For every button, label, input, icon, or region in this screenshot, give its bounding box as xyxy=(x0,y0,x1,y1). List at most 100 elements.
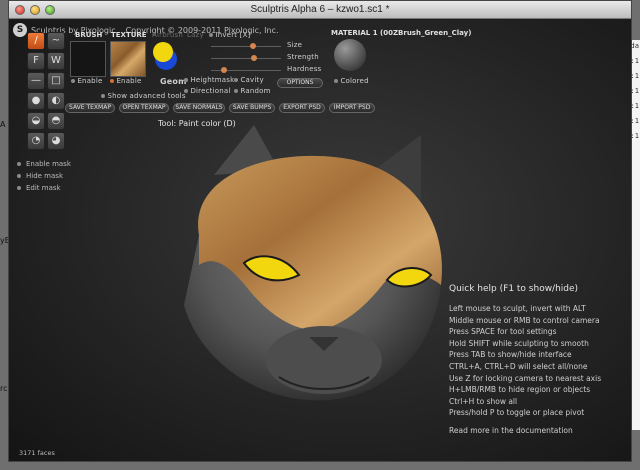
strength-slider-handle[interactable] xyxy=(251,55,258,61)
quick-help-line: Press TAB to show/hide interface xyxy=(449,350,572,360)
hardness-slider-handle[interactable] xyxy=(220,67,227,73)
hide-mask-label: Hide mask xyxy=(26,172,63,180)
cavity-label: Cavity xyxy=(240,76,264,84)
airbrush-toggle[interactable]: Airbrush xyxy=(152,31,183,39)
face-count: 3171 faces xyxy=(19,449,55,457)
tool-button-crease[interactable]: — xyxy=(27,72,45,90)
radio-dot-icon xyxy=(334,79,338,83)
export-psd-button[interactable]: EXPORT PSD xyxy=(279,103,325,113)
show-advanced-tools-label: Show advanced tools xyxy=(107,92,186,100)
material-preview[interactable] xyxy=(334,39,366,71)
geom-label: Geom xyxy=(160,77,187,86)
tool-button-pinch[interactable]: ◒ xyxy=(27,112,45,130)
tool-button-scale[interactable]: ● xyxy=(27,92,45,110)
title-bar[interactable]: Sculptris Alpha 6 – kzwo1.sc1 * xyxy=(9,1,631,19)
radio-dot-icon xyxy=(234,78,238,82)
strength-slider-track[interactable] xyxy=(211,58,281,59)
size-slider-handle[interactable] xyxy=(250,43,256,49)
sculpted-cat-head-model[interactable] xyxy=(159,115,459,415)
texture-enable-label: Enable xyxy=(116,77,142,85)
random-option[interactable]: Random xyxy=(234,87,271,95)
geom-color-swatch[interactable] xyxy=(153,42,185,72)
quick-help-line: H+LMB/RMB to hide region or objects xyxy=(449,385,591,395)
edit-mask-toggle[interactable]: Edit mask xyxy=(17,182,71,194)
heightmask-label: Heightmask xyxy=(190,76,235,84)
quick-help-line: Use Z for locking camera to nearest axis xyxy=(449,373,602,383)
quick-help-title: Quick help (F1 to show/hide) xyxy=(449,284,579,294)
minimize-window-button[interactable] xyxy=(30,5,40,15)
desktop-text: rc xyxy=(0,384,8,393)
open-texmap-button[interactable]: OPEN TEXMAP xyxy=(119,103,169,113)
texture-thumbnail[interactable] xyxy=(110,41,146,77)
quick-help-line: Middle mouse or RMB to control camera xyxy=(449,315,600,325)
quick-help-line: Hold SHIFT while sculpting to smooth xyxy=(449,338,589,348)
sculpt-viewport[interactable]: S Sculptris by Pixologic Copyright © 200… xyxy=(9,20,631,461)
sculptris-logo-icon: S xyxy=(13,23,27,37)
hardness-label: Hardness xyxy=(287,65,322,73)
options-button[interactable]: OPTIONS xyxy=(277,78,323,88)
tool-button-smooth[interactable]: ~ xyxy=(47,32,65,50)
show-advanced-tools-toggle[interactable]: Show advanced tools xyxy=(101,92,186,100)
colored-label: Colored xyxy=(340,77,369,85)
random-label: Random xyxy=(240,87,271,95)
texture-enable-toggle[interactable]: Enable xyxy=(110,77,141,85)
brush-enable-label: Enable xyxy=(77,77,103,85)
tool-button-draw[interactable]: / xyxy=(27,32,45,50)
tool-button-paint[interactable]: ◔ xyxy=(27,132,45,150)
radio-dot-icon xyxy=(17,162,21,166)
radio-dot-icon xyxy=(110,79,114,83)
window-title: Sculptris Alpha 6 – kzwo1.sc1 * xyxy=(250,4,390,15)
directional-option[interactable]: Directional xyxy=(184,87,231,95)
quick-help-line: Left mouse to sculpt, invert with ALT xyxy=(449,304,586,313)
radio-dot-icon xyxy=(71,79,75,83)
brush-label: BRUSH xyxy=(75,31,103,39)
quick-help-lines: Left mouse to sculpt, invert with ALT Mi… xyxy=(449,304,601,420)
zoom-window-button[interactable] xyxy=(45,5,55,15)
quick-help-line: Ctrl+H to show all xyxy=(449,396,518,406)
radio-dot-icon xyxy=(17,174,21,178)
quick-help-panel: Quick help (F1 to show/hide) Left mouse … xyxy=(449,284,601,435)
colored-toggle[interactable]: Colored xyxy=(334,77,369,85)
save-normals-button[interactable]: SAVE NORMALS xyxy=(173,103,225,113)
radio-dot-icon xyxy=(17,186,21,190)
directional-label: Directional xyxy=(190,87,231,95)
tool-button-bump[interactable]: ◕ xyxy=(47,132,65,150)
enable-mask-label: Enable mask xyxy=(26,160,71,168)
documentation-link[interactable]: Read more in the documentation xyxy=(449,426,601,435)
app-window: Sculptris Alpha 6 – kzwo1.sc1 * S Sculpt… xyxy=(8,0,632,462)
enable-mask-toggle[interactable]: Enable mask xyxy=(17,158,71,170)
window-controls xyxy=(15,5,55,15)
geom-yellow-swatch xyxy=(153,42,173,62)
radio-dot-icon xyxy=(184,78,188,82)
edit-mask-label: Edit mask xyxy=(26,184,61,192)
brush-thumbnail[interactable] xyxy=(70,41,106,77)
save-bumps-button[interactable]: SAVE BUMPS xyxy=(229,103,275,113)
texture-label: TEXTURE xyxy=(111,31,147,39)
tool-button-inflate[interactable]: ◐ xyxy=(47,92,65,110)
brush-enable-toggle[interactable]: Enable xyxy=(71,77,102,85)
close-window-button[interactable] xyxy=(15,5,25,15)
lazy-toggle[interactable]: Lazy xyxy=(187,31,204,39)
hide-mask-toggle[interactable]: Hide mask xyxy=(17,170,71,182)
tool-button-flatten[interactable]: F xyxy=(27,52,45,70)
mask-options: Enable mask Hide mask Edit mask xyxy=(17,158,71,194)
radio-dot-icon xyxy=(101,94,105,98)
desktop-text: A xyxy=(0,120,6,129)
invert-toggle[interactable]: Invert [X] xyxy=(209,31,251,39)
heightmask-option[interactable]: Heightmask xyxy=(184,76,234,84)
muzzle xyxy=(266,326,382,394)
import-psd-button[interactable]: IMPORT PSD xyxy=(329,103,375,113)
tool-button-wax[interactable]: W xyxy=(47,52,65,70)
invert-label: Invert [X] xyxy=(215,31,251,39)
strength-label: Strength xyxy=(287,53,319,61)
size-label: Size xyxy=(287,41,303,49)
tool-button-rotate[interactable]: □ xyxy=(47,72,65,90)
tool-palette: / ~ F W — □ ● ◐ ◒ ◓ ◔ ◕ xyxy=(27,32,65,150)
size-slider-track[interactable] xyxy=(211,46,281,47)
quick-help-line: Press SPACE for tool settings xyxy=(449,327,557,337)
quick-help-line: Press/hold P to toggle or place pivot xyxy=(449,408,585,418)
save-texmap-button[interactable]: SAVE TEXMAP xyxy=(65,103,115,113)
tool-button-grab[interactable]: ◓ xyxy=(47,112,65,130)
radio-dot-icon xyxy=(234,89,238,93)
cavity-option[interactable]: Cavity xyxy=(234,76,264,84)
